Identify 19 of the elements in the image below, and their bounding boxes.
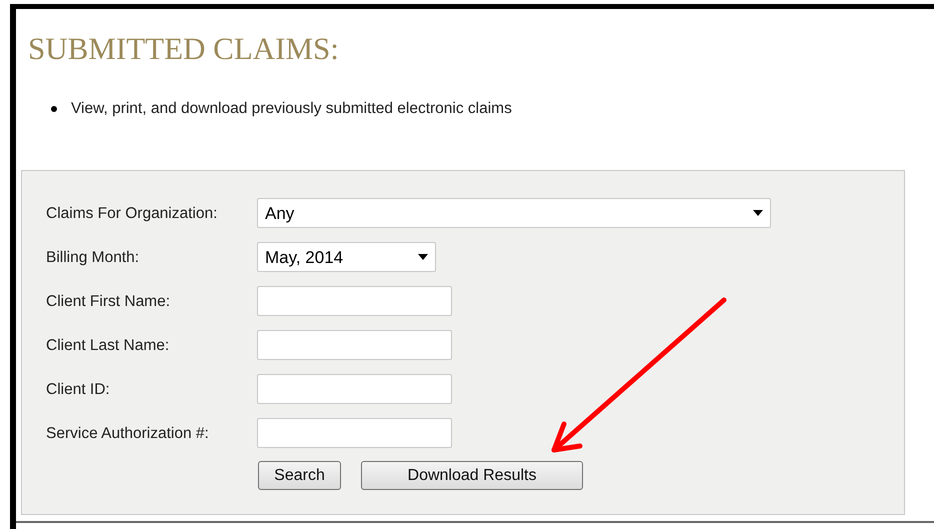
text-field[interactable] [257,286,452,316]
dropdown-caret-icon [418,254,428,260]
dropdown-field[interactable]: May, 2014 [257,242,436,272]
field-label: Client Last Name: [46,336,170,356]
field-label: Claims For Organization: [46,204,218,224]
text-field[interactable] [257,374,452,404]
dropdown-field[interactable]: Any [257,198,771,228]
field-label: Client ID: [46,380,111,400]
text-field[interactable] [257,330,452,360]
download-results-button[interactable]: Download Results [361,461,583,490]
page-title: SUBMITTED CLAIMS: [28,31,339,67]
search-button[interactable]: Search [258,461,341,490]
bullet-text: View, print, and download previously submitted electronic claims [71,99,512,119]
field-label: Billing Month: [46,248,140,268]
field-label: Client First Name: [46,292,172,312]
bullet-icon [51,106,57,112]
text-field[interactable] [257,418,452,448]
field-label: Service Authorization #: [46,424,210,444]
dropdown-caret-icon [753,210,763,216]
